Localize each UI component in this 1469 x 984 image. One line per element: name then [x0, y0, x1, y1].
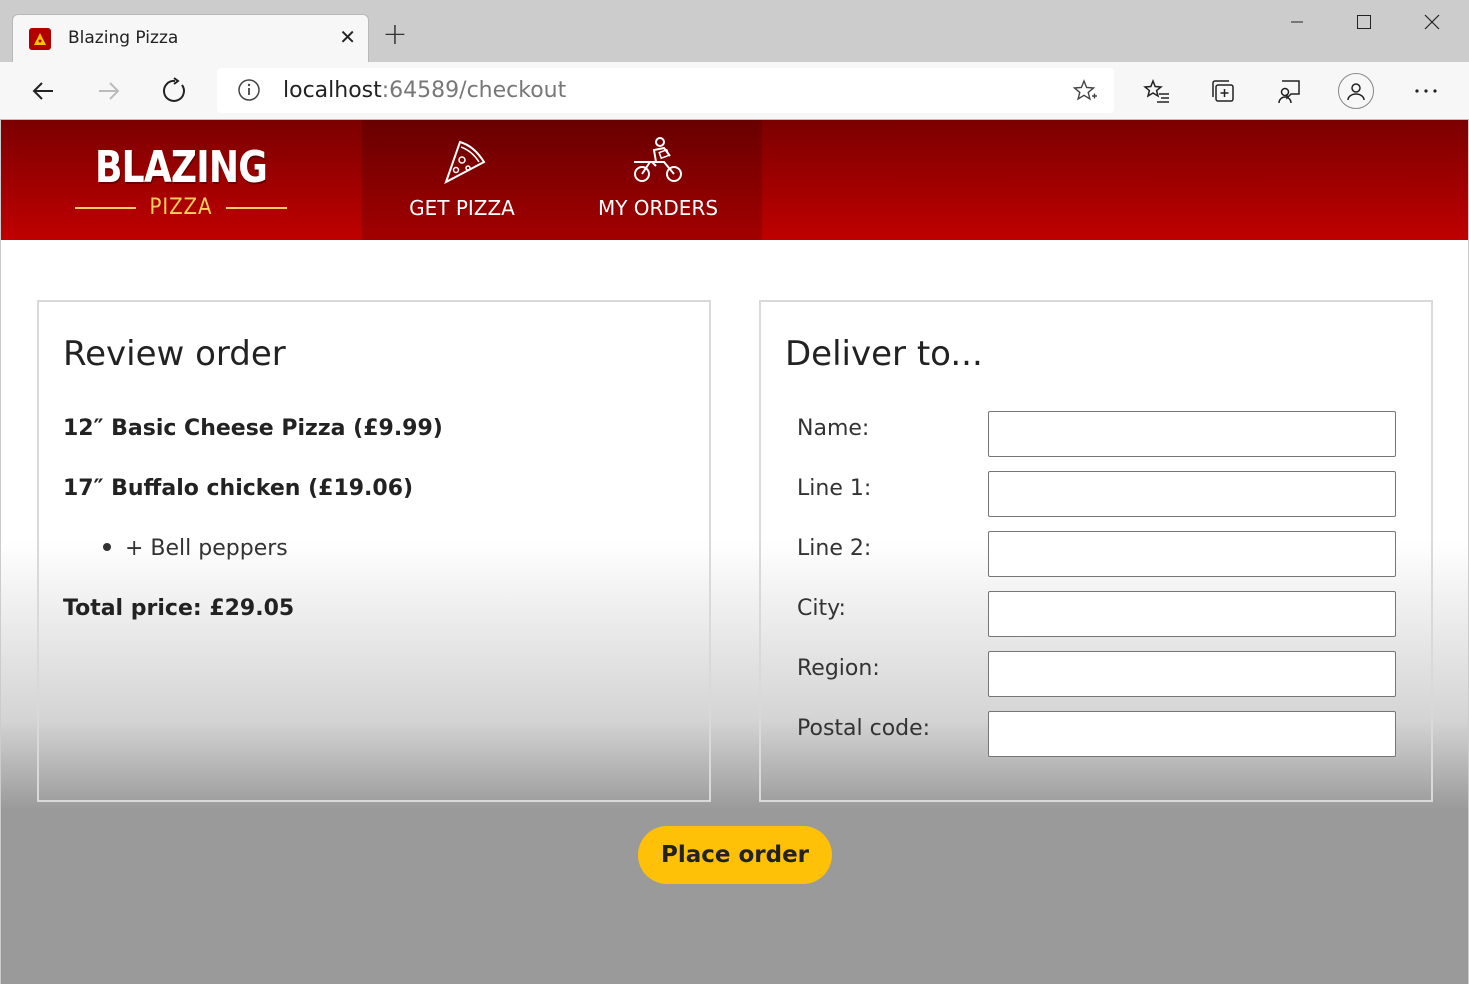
back-arrow-icon[interactable]: [25, 73, 61, 109]
nav-get-pizza-label: GET PIZZA: [409, 196, 515, 220]
refresh-icon[interactable]: [157, 73, 193, 109]
profile-avatar-icon[interactable]: [1338, 73, 1374, 109]
order-item: 17″ Buffalo chicken (£19.06): [63, 476, 414, 501]
region-input[interactable]: [988, 651, 1396, 697]
feedback-icon[interactable]: [1271, 73, 1307, 109]
url-host: localhost: [283, 78, 382, 103]
maximize-icon[interactable]: [1344, 6, 1384, 38]
review-order-title: Review order: [63, 334, 286, 374]
nav-my-orders[interactable]: MY ORDERS: [558, 120, 758, 240]
total-price: Total price: £29.05: [63, 596, 295, 621]
bullet-icon: [103, 543, 111, 551]
address-bar[interactable]: localhost:64589/checkout: [217, 68, 1114, 113]
delivery-panel: Deliver to... Name: Line 1: Line 2: City…: [759, 300, 1433, 802]
city-label: City:: [797, 596, 846, 621]
url-text: localhost:64589/checkout: [283, 78, 566, 103]
more-options-icon[interactable]: [1408, 73, 1444, 109]
browser-navbar: localhost:64589/checkout: [0, 62, 1469, 120]
city-input[interactable]: [988, 591, 1396, 637]
line2-input[interactable]: [988, 531, 1396, 577]
nav-get-pizza[interactable]: GET PIZZA: [362, 120, 562, 240]
delivery-motorbike-icon: [634, 137, 682, 182]
window-close-icon[interactable]: [1412, 6, 1452, 38]
app-header: BLAZING PIZZA GET PIZZA MY ORDERS: [1, 120, 1468, 240]
order-item: 12″ Basic Cheese Pizza (£9.99): [63, 416, 443, 441]
topping-list-item: + Bell peppers: [103, 536, 288, 561]
line1-input[interactable]: [988, 471, 1396, 517]
new-tab-button[interactable]: +: [380, 20, 410, 50]
collections-icon[interactable]: [1205, 73, 1241, 109]
logo-sub-text: PIZZA: [149, 195, 213, 220]
line1-label: Line 1:: [797, 476, 872, 501]
nav-my-orders-label: MY ORDERS: [597, 196, 719, 220]
pizza-slice-icon: [444, 140, 486, 185]
logo-line-left: [75, 207, 137, 209]
topping-label: + Bell peppers: [125, 536, 288, 561]
name-input[interactable]: [988, 411, 1396, 457]
tab-close-icon[interactable]: ✕: [339, 25, 356, 49]
pizza-favicon-icon: [29, 28, 51, 50]
tab-title: Blazing Pizza: [68, 28, 179, 48]
line2-label: Line 2:: [797, 536, 872, 561]
main-nav: GET PIZZA MY ORDERS: [362, 120, 762, 240]
blazing-pizza-logo[interactable]: BLAZING PIZZA: [75, 142, 287, 222]
minimize-icon[interactable]: [1277, 6, 1317, 38]
region-label: Region:: [797, 656, 880, 681]
postal-code-input[interactable]: [988, 711, 1396, 757]
review-order-panel: Review order 12″ Basic Cheese Pizza (£9.…: [37, 300, 711, 802]
postal-code-label: Postal code:: [797, 716, 931, 741]
app-page: BLAZING PIZZA GET PIZZA MY ORDERS Review…: [1, 120, 1468, 984]
logo-sub-row: PIZZA: [75, 196, 287, 220]
site-info-icon[interactable]: [237, 78, 261, 102]
browser-titlebar: Blazing Pizza ✕ +: [0, 0, 1469, 62]
place-order-button[interactable]: Place order: [638, 826, 832, 884]
url-path: :64589/checkout: [381, 78, 567, 103]
delivery-title: Deliver to...: [785, 334, 983, 374]
forward-arrow-icon[interactable]: [91, 73, 127, 109]
logo-main-text: BLAZING: [94, 142, 268, 193]
favorites-list-icon[interactable]: [1139, 73, 1175, 109]
logo-line-right: [225, 207, 287, 209]
favorite-star-icon[interactable]: [1072, 78, 1098, 104]
name-label: Name:: [797, 416, 870, 441]
browser-tab[interactable]: Blazing Pizza ✕: [12, 14, 369, 62]
